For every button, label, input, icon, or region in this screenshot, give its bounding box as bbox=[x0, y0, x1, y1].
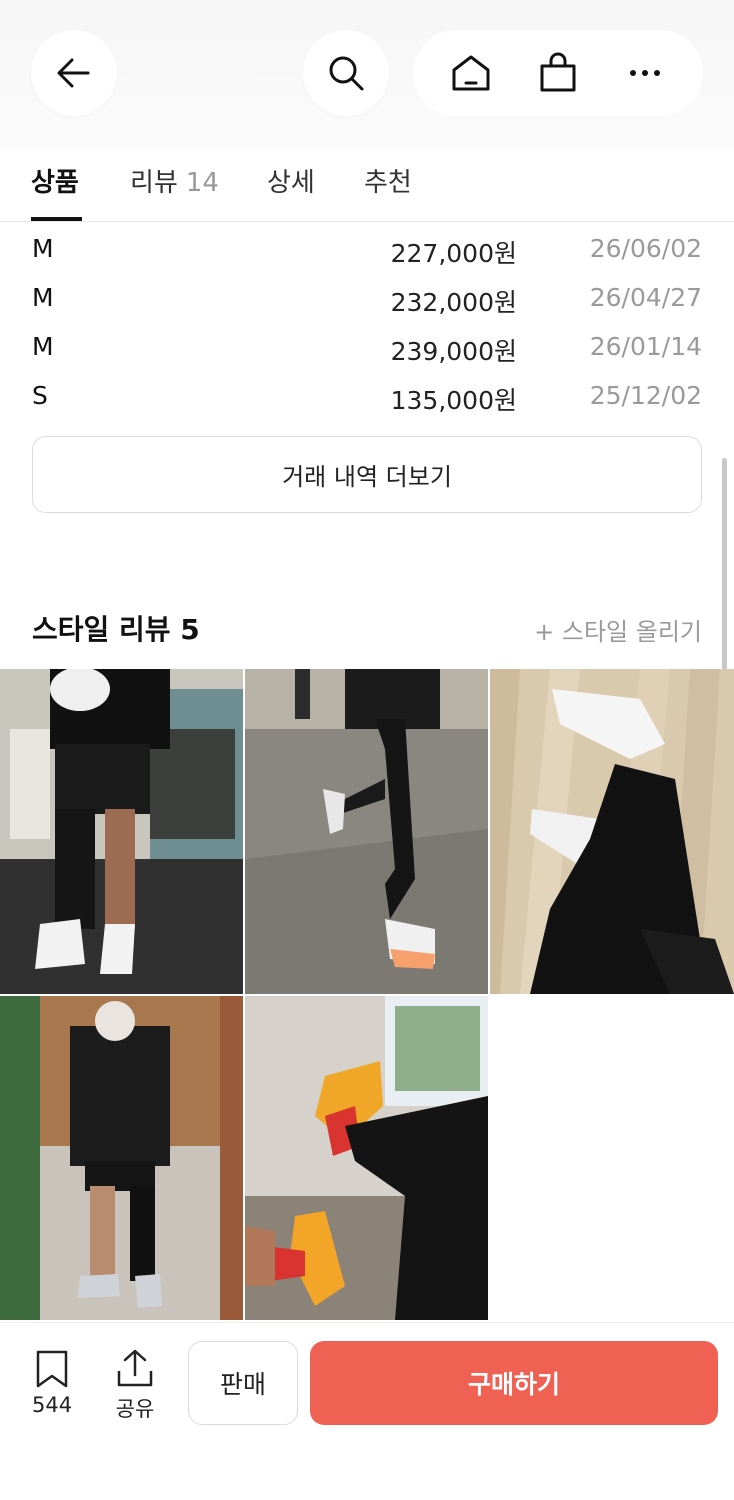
tx-date: 26/04/27 bbox=[589, 283, 702, 312]
upload-style-link[interactable]: + 스타일 올리기 bbox=[534, 612, 702, 647]
tx-date: 26/01/14 bbox=[589, 332, 702, 361]
sell-button[interactable]: 판매 bbox=[188, 1341, 298, 1425]
bookmark-count: 544 bbox=[32, 1393, 73, 1417]
cart-button[interactable] bbox=[528, 43, 588, 103]
more-transactions-button[interactable]: 거래 내역 더보기 bbox=[32, 436, 702, 513]
tab-label: 상품 bbox=[31, 168, 79, 198]
bookmark-icon bbox=[36, 1350, 68, 1388]
home-icon bbox=[452, 55, 490, 91]
tx-price: 227,000원 bbox=[390, 239, 517, 268]
tab-recommend[interactable]: 추천 bbox=[364, 162, 412, 220]
tab-label: 추천 bbox=[364, 168, 412, 198]
more-button[interactable] bbox=[615, 43, 675, 103]
tab-details[interactable]: 상세 bbox=[267, 162, 315, 220]
tx-price: 232,000원 bbox=[390, 288, 517, 317]
tx-size: M bbox=[32, 283, 54, 312]
search-icon bbox=[329, 56, 364, 91]
tab-product[interactable]: 상품 bbox=[31, 162, 79, 220]
style-photo[interactable] bbox=[245, 996, 488, 1320]
home-button[interactable] bbox=[441, 43, 501, 103]
top-bar bbox=[0, 0, 734, 150]
tx-price: 239,000원 bbox=[390, 337, 517, 366]
transaction-row: M 232,000원 26/04/27 bbox=[0, 283, 734, 323]
tx-size: S bbox=[32, 381, 48, 410]
share-label: 공유 bbox=[115, 1397, 155, 1421]
share-button[interactable]: 공유 bbox=[115, 1347, 155, 1423]
style-photo[interactable] bbox=[245, 669, 488, 994]
share-icon bbox=[117, 1349, 153, 1387]
style-review-title: 스타일 리뷰 5 bbox=[32, 613, 200, 646]
header-actions bbox=[413, 30, 703, 116]
tx-date: 26/06/02 bbox=[589, 234, 702, 263]
review-count: 14 bbox=[185, 168, 219, 198]
shopping-bag-icon bbox=[540, 52, 576, 92]
tx-date: 25/12/02 bbox=[589, 381, 702, 410]
transaction-row: S 135,000원 25/12/02 bbox=[0, 381, 734, 421]
tab-label: 리뷰 bbox=[130, 168, 178, 198]
transaction-row: M 227,000원 26/06/02 bbox=[0, 234, 734, 274]
active-tab-indicator bbox=[31, 217, 82, 221]
tx-size: M bbox=[32, 332, 54, 361]
bookmark-button[interactable]: 544 bbox=[32, 1349, 72, 1417]
tx-price: 135,000원 bbox=[390, 386, 517, 415]
back-arrow-icon bbox=[57, 58, 90, 88]
tab-label: 상세 bbox=[267, 168, 315, 198]
bottom-action-bar: 544 공유 판매 구매하기 bbox=[0, 1322, 734, 1500]
style-photo[interactable] bbox=[490, 669, 734, 994]
search-button[interactable] bbox=[303, 30, 389, 116]
style-photo[interactable] bbox=[0, 996, 243, 1320]
transaction-row: M 239,000원 26/01/14 bbox=[0, 332, 734, 372]
style-photo[interactable] bbox=[0, 669, 243, 994]
buy-button[interactable]: 구매하기 bbox=[310, 1341, 718, 1425]
scrollbar[interactable] bbox=[722, 458, 727, 682]
tab-reviews[interactable]: 리뷰 14 bbox=[130, 162, 219, 220]
more-dots-icon bbox=[630, 70, 661, 76]
back-button[interactable] bbox=[31, 30, 117, 116]
tab-bar: 상품 리뷰 14 상세 추천 bbox=[0, 150, 734, 222]
tx-size: M bbox=[32, 234, 54, 263]
